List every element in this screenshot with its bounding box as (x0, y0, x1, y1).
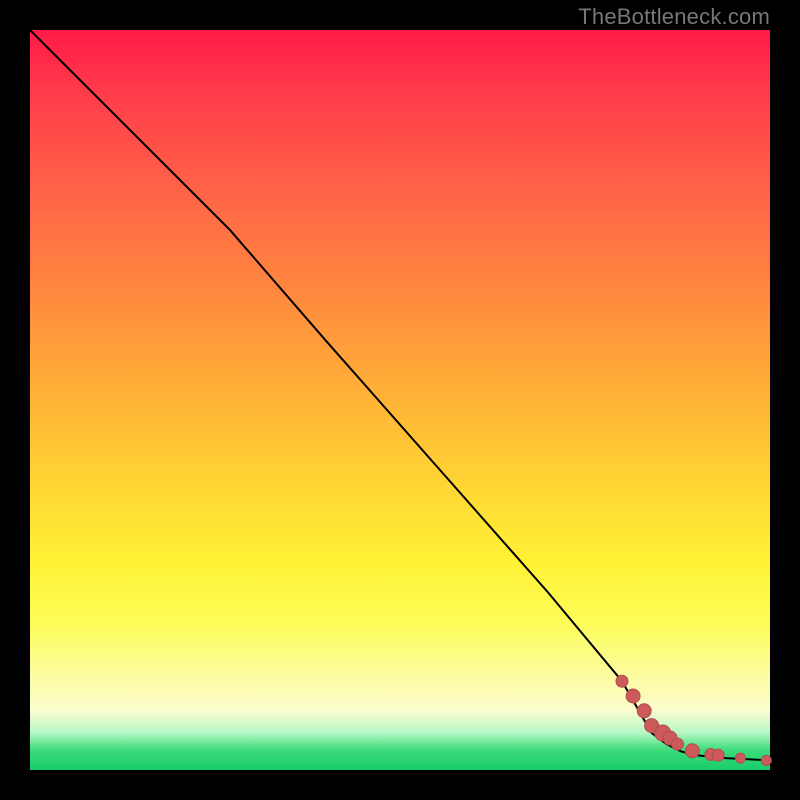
data-point (735, 753, 745, 763)
data-point (616, 675, 628, 687)
data-point (685, 744, 699, 758)
chart-curve (30, 30, 770, 760)
data-point (637, 704, 651, 718)
data-point (761, 755, 771, 765)
data-point (672, 738, 684, 750)
data-point (626, 689, 640, 703)
watermark-text: TheBottleneck.com (578, 4, 770, 30)
data-point (712, 749, 724, 761)
chart-points (616, 675, 771, 765)
chart-frame: TheBottleneck.com (0, 0, 800, 800)
chart-overlay (30, 30, 770, 770)
